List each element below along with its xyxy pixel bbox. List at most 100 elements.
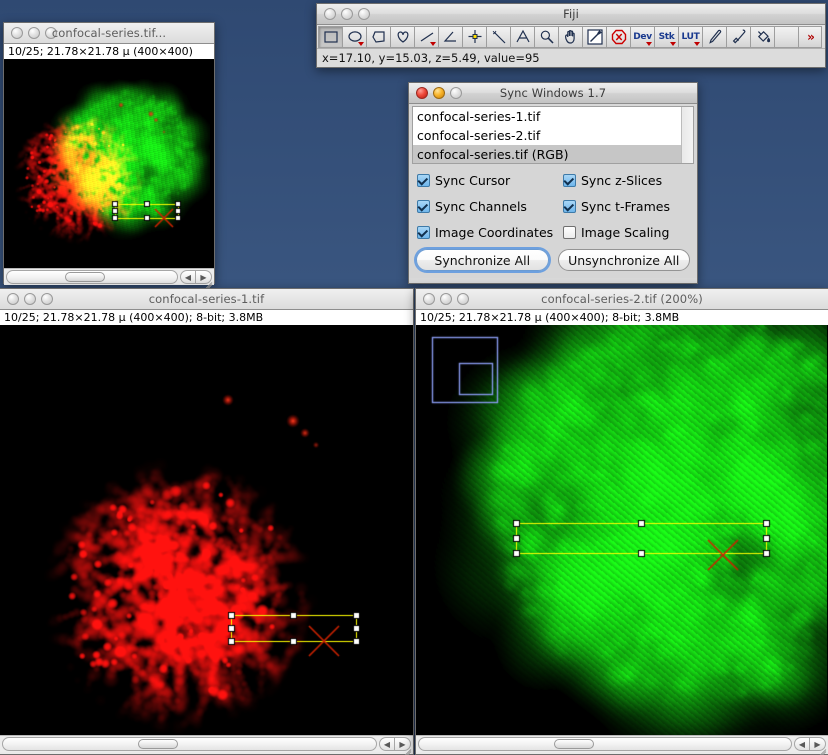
point-tool[interactable] [462, 26, 486, 48]
checkbox-row[interactable]: Sync t-Frames [563, 199, 689, 214]
image-list[interactable]: confocal-series-1.tifconfocal-series-2.t… [412, 106, 694, 164]
image-window-composite[interactable]: confocal-series.tif... 10/25; 21.78×21.7… [3, 22, 215, 284]
brush-tool[interactable] [726, 26, 750, 48]
scroll-right-arrow-icon[interactable]: ▶ [395, 737, 411, 751]
scroll-left-arrow-icon[interactable]: ◀ [379, 737, 395, 751]
dropdown-triangle-icon[interactable] [430, 42, 436, 46]
image-canvas-channel1[interactable] [0, 325, 413, 735]
close-button[interactable] [11, 27, 23, 39]
list-vertical-scrollbar[interactable] [681, 107, 693, 163]
zoom-button[interactable] [358, 8, 370, 20]
dropper-tool[interactable] [582, 26, 606, 48]
minimize-button[interactable] [440, 293, 452, 305]
horizontal-scrollbar-composite[interactable]: ◀ ▶ [4, 268, 214, 285]
checkbox-icon[interactable] [417, 174, 430, 187]
checkbox-row[interactable]: Sync Channels [417, 199, 563, 214]
more-tools-button[interactable]: » [798, 26, 822, 48]
rectangle-tool[interactable] [318, 26, 342, 48]
dropdown-triangle-icon[interactable] [670, 42, 676, 46]
minimize-button[interactable] [28, 27, 40, 39]
scrollbar-arrows[interactable]: ◀ ▶ [794, 737, 826, 751]
checkbox-icon[interactable] [563, 200, 576, 213]
scrollbar-thumb[interactable] [65, 272, 105, 282]
text-tool[interactable] [510, 26, 534, 48]
angle-tool[interactable] [438, 26, 462, 48]
checkbox-icon[interactable] [417, 226, 430, 239]
checkbox-row[interactable]: Sync z-Slices [563, 173, 689, 188]
horizontal-scrollbar-channel2[interactable]: ◀ ▶ [416, 735, 828, 752]
scrollbar-thumb[interactable] [554, 739, 594, 749]
polygon-tool[interactable] [366, 26, 390, 48]
zoom-button[interactable] [45, 27, 57, 39]
zoom-button[interactable] [450, 87, 462, 99]
scroll-left-arrow-icon[interactable]: ◀ [794, 737, 810, 751]
rectangle-icon [322, 28, 340, 46]
titlebar-channel1[interactable]: confocal-series-1.tif [0, 289, 413, 310]
scrollbar-track[interactable] [418, 737, 792, 751]
window-controls-fiji[interactable] [317, 8, 370, 20]
oval-tool[interactable] [342, 26, 366, 48]
window-controls-channel2[interactable] [416, 293, 469, 305]
image-canvas-channel2[interactable] [416, 325, 828, 735]
zoom-button[interactable] [41, 293, 53, 305]
image-window-channel1[interactable]: confocal-series-1.tif 10/25; 21.78×21.78… [0, 288, 414, 755]
scrollbar-arrows[interactable]: ◀ ▶ [379, 737, 411, 751]
flood-fill-tool[interactable] [750, 26, 774, 48]
minimize-button[interactable] [433, 87, 445, 99]
hand-tool[interactable] [558, 26, 582, 48]
dev-menu-button[interactable]: Dev [630, 26, 654, 48]
synchronize-all-button[interactable]: Synchronize All [416, 249, 549, 271]
minimize-button[interactable] [341, 8, 353, 20]
list-item[interactable]: confocal-series-1.tif [413, 107, 693, 126]
sync-options-grid: Sync CursorSync z-SlicesSync ChannelsSyn… [409, 164, 697, 243]
magnifier-tool[interactable] [534, 26, 558, 48]
close-button[interactable] [324, 8, 336, 20]
horizontal-scrollbar-channel1[interactable]: ◀ ▶ [0, 735, 413, 752]
line-tool[interactable] [414, 26, 438, 48]
checkbox-icon[interactable] [563, 174, 576, 187]
dropdown-triangle-icon[interactable] [646, 42, 652, 46]
titlebar-composite[interactable]: confocal-series.tif... [4, 23, 214, 44]
close-button[interactable] [423, 293, 435, 305]
titlebar-channel2[interactable]: confocal-series-2.tif (200%) [416, 289, 828, 310]
dropdown-triangle-icon[interactable] [358, 42, 364, 46]
dev-menu-button-label: Dev [633, 32, 652, 42]
scroll-left-arrow-icon[interactable]: ◀ [180, 270, 196, 284]
checkbox-row[interactable]: Sync Cursor [417, 173, 563, 188]
freehand-tool[interactable] [390, 26, 414, 48]
fiji-main-window[interactable]: Fiji DevStkLUT» x=17.10, y=15.03, z=5.49… [316, 3, 826, 68]
scrollbar-arrows[interactable]: ◀ ▶ [180, 270, 212, 284]
scrollbar-track[interactable] [2, 737, 377, 751]
scrollbar-thumb[interactable] [138, 739, 178, 749]
stop-macro-button[interactable] [606, 26, 630, 48]
window-controls-composite[interactable] [4, 27, 57, 39]
minimize-button[interactable] [24, 293, 36, 305]
wand-tool[interactable] [486, 26, 510, 48]
image-canvas-composite[interactable] [4, 59, 214, 268]
sync-windows-dialog[interactable]: Sync Windows 1.7 confocal-series-1.tifco… [408, 82, 698, 284]
close-button[interactable] [7, 293, 19, 305]
window-controls-sync[interactable] [409, 87, 462, 99]
stack-menu-button[interactable]: Stk [654, 26, 678, 48]
list-item[interactable]: confocal-series-2.tif [413, 126, 693, 145]
scrollbar-track[interactable] [6, 270, 178, 284]
unsynchronize-all-button[interactable]: Unsynchronize All [558, 249, 691, 271]
checkbox-icon[interactable] [563, 226, 576, 239]
checkbox-icon[interactable] [417, 200, 430, 213]
pencil-tool[interactable] [702, 26, 726, 48]
checkbox-row[interactable]: Image Scaling [563, 225, 689, 240]
scroll-right-arrow-icon[interactable]: ▶ [196, 270, 212, 284]
image-window-channel2[interactable]: confocal-series-2.tif (200%) 10/25; 21.7… [415, 288, 828, 755]
titlebar-fiji[interactable]: Fiji [317, 4, 825, 25]
lut-menu-button[interactable]: LUT [678, 26, 702, 48]
dropdown-triangle-icon[interactable] [694, 42, 700, 46]
zoom-button[interactable] [457, 293, 469, 305]
fiji-toolbar[interactable]: DevStkLUT » [317, 25, 825, 49]
window-controls-channel1[interactable] [0, 293, 53, 305]
checkbox-row[interactable]: Image Coordinates [417, 225, 563, 240]
list-item[interactable]: confocal-series.tif (RGB) [413, 145, 693, 164]
scroll-right-arrow-icon[interactable]: ▶ [810, 737, 826, 751]
titlebar-sync-windows[interactable]: Sync Windows 1.7 [409, 83, 697, 104]
close-button[interactable] [416, 87, 428, 99]
empty-tool-slot[interactable] [774, 26, 798, 48]
